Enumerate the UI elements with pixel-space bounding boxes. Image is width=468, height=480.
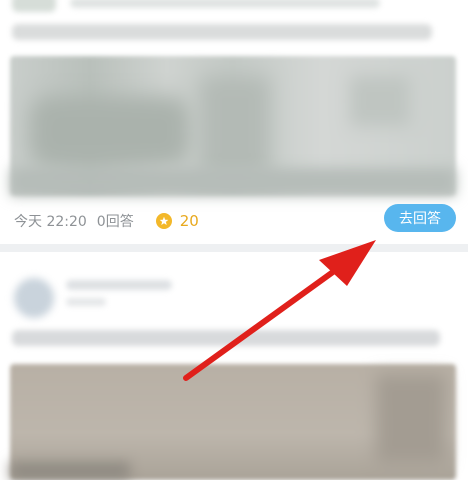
blurred-question-text <box>12 24 432 40</box>
blurred-avatar <box>12 0 56 12</box>
answer-count: 0回答 <box>96 214 134 230</box>
blurred-question-text <box>12 330 440 346</box>
blurred-question-image <box>10 364 456 480</box>
blurred-meta <box>66 298 106 306</box>
question-card[interactable] <box>0 252 468 480</box>
question-card[interactable]: 今天 22:20 0回答 20 去回答 <box>0 0 468 244</box>
post-time: 今天 22:20 <box>14 214 87 230</box>
blurred-avatar <box>14 278 54 318</box>
coin-icon <box>155 213 172 229</box>
reward-points: 20 <box>179 212 199 230</box>
go-answer-button[interactable]: 去回答 <box>384 204 456 232</box>
blurred-question-image <box>10 56 456 196</box>
blurred-username <box>66 280 172 290</box>
blurred-header <box>70 0 380 8</box>
question-meta: 今天 22:20 0回答 20 <box>14 207 199 235</box>
